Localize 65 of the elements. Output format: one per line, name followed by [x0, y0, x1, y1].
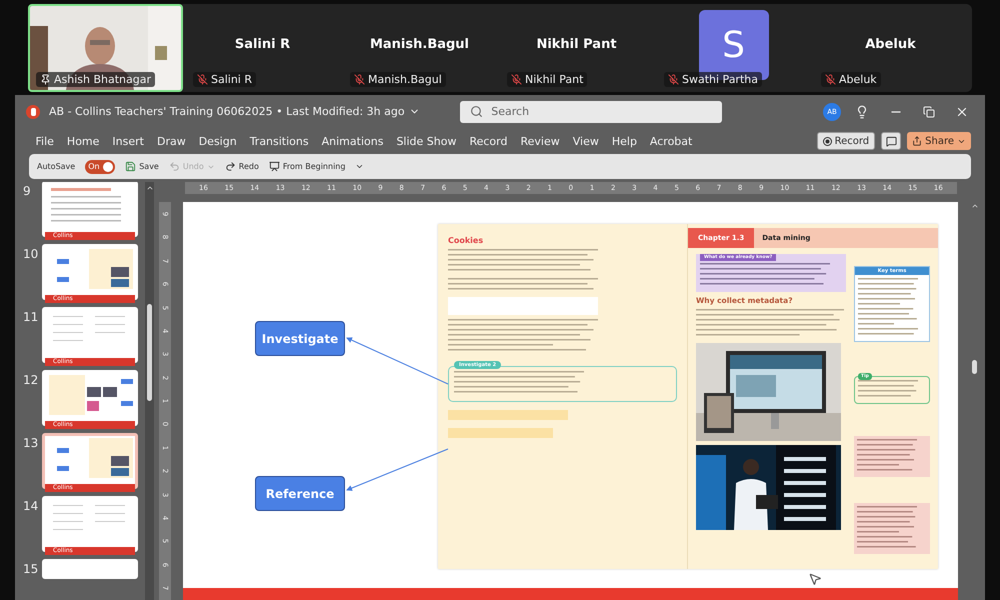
menu-tab[interactable]: Insert [106, 134, 150, 148]
search-icon [470, 105, 484, 118]
participant-name-label: Ashish Bhatnagar [36, 72, 156, 87]
participant-name: Abeluk [865, 36, 916, 52]
menu-tab[interactable]: Animations [315, 134, 390, 148]
document-title[interactable]: AB - Collins Teachers' Training 06062025 • Last Modified: 3h ago [49, 105, 420, 118]
menu-tab[interactable]: Record [462, 134, 514, 148]
scrollbar-thumb[interactable] [972, 360, 977, 374]
scrollbar-thumb[interactable] [147, 304, 152, 401]
slide-number: 13 [23, 436, 39, 450]
record-button[interactable]: Record [816, 132, 876, 150]
label-shape: Investigate [255, 321, 345, 356]
record-icon [822, 136, 832, 146]
participant-name: Nikhil Pant [536, 36, 617, 52]
menu-tab[interactable]: Transitions [243, 134, 316, 148]
participant-name-label: Salini R [193, 72, 256, 87]
participant-name-label: Nikhil Pant [507, 72, 588, 87]
autosave-label: AutoSave [37, 162, 76, 171]
participant-tile[interactable]: Ashish Bhatnagar [28, 4, 183, 92]
share-icon [912, 136, 922, 146]
customize-toolbar-icon[interactable] [355, 162, 364, 171]
scroll-up-icon[interactable] [146, 184, 154, 192]
participant-tile[interactable]: S Swathi Partha [656, 4, 811, 92]
participant-tile[interactable]: Salini R Salini R [185, 4, 340, 92]
scroll-up-icon[interactable] [970, 202, 978, 210]
comment-icon [886, 136, 897, 146]
undo-icon [168, 161, 180, 172]
slide-number: 10 [23, 247, 39, 261]
menu-tab[interactable]: Slide Show [390, 134, 463, 148]
slide-number: 12 [23, 373, 39, 387]
participant-name-label: Abeluk [821, 72, 881, 87]
presentation-icon [268, 161, 280, 172]
autosave-toggle[interactable]: On [85, 160, 116, 174]
slide-number: 9 [23, 184, 32, 198]
search-field[interactable]: Search [460, 100, 722, 122]
participant-name: Manish.Bagul [370, 36, 470, 52]
comments-button[interactable] [881, 132, 902, 150]
slide-number: 14 [23, 499, 39, 513]
app-logo-icon [25, 104, 41, 120]
save-button[interactable]: Save [125, 161, 159, 172]
menu-tab[interactable]: Home [60, 134, 106, 148]
present-button[interactable]: From Beginning [268, 161, 346, 172]
redo-button[interactable]: Redo [224, 161, 259, 172]
menu-tab[interactable]: Help [605, 134, 644, 148]
participant-tile[interactable]: Manish.Bagul Manish.Bagul [342, 4, 497, 92]
menu-tab[interactable]: Acrobat [643, 134, 699, 148]
participant-tile[interactable]: Nikhil Pant Nikhil Pant [499, 4, 654, 92]
save-icon [125, 161, 136, 172]
slide-number: 15 [23, 562, 39, 576]
participant-name: Salini R [234, 36, 290, 52]
label-shape: Reference [255, 476, 345, 511]
participant-name-label: Manish.Bagul [350, 72, 446, 87]
mouse-cursor-icon [808, 572, 822, 586]
menu-tab[interactable]: File [29, 134, 60, 148]
slide-number: 11 [23, 310, 39, 324]
page-heading: Cookies [448, 236, 484, 245]
participant-name-label: Swathi Partha [664, 72, 762, 87]
menu-tab[interactable]: Draw [150, 134, 192, 148]
share-button[interactable]: Share [907, 132, 971, 150]
menu-tab[interactable]: View [566, 134, 606, 148]
redo-icon [224, 161, 236, 172]
menu-tab[interactable]: Review [514, 134, 566, 148]
menu-tab[interactable]: Design [192, 134, 244, 148]
participant-tile[interactable]: Abeluk Abeluk [813, 4, 968, 92]
slide-thumbnail[interactable] [42, 559, 138, 579]
